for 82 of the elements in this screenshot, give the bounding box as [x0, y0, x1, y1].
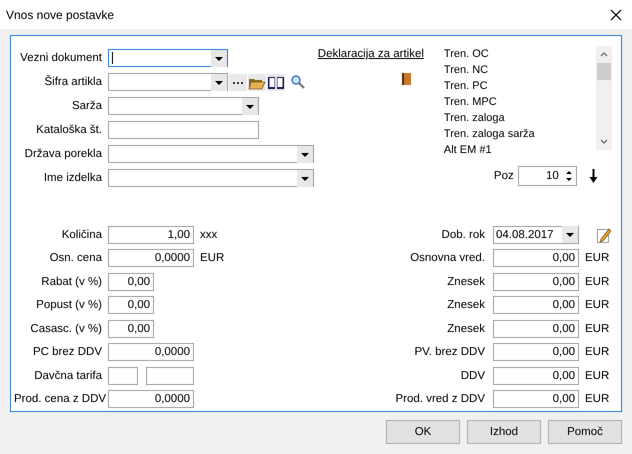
- dialog-button[interactable]: OK: [386, 420, 460, 444]
- more-icon[interactable]: [229, 74, 247, 90]
- scrollbar[interactable]: [596, 46, 612, 150]
- field-label: Znesek: [446, 299, 485, 312]
- dropdown-field[interactable]: [108, 97, 259, 115]
- text-field[interactable]: [146, 366, 194, 385]
- book-icon[interactable]: [267, 74, 285, 90]
- field-label: Sarža: [70, 100, 102, 112]
- unit-label: EUR: [585, 276, 610, 288]
- dropdown-caret-icon[interactable]: [211, 74, 227, 90]
- unit-label: EUR: [585, 322, 610, 335]
- field-label: Davčna tarifa: [33, 370, 102, 382]
- unit-label: EUR: [585, 346, 610, 358]
- list-item[interactable]: Tren. PC: [444, 78, 592, 94]
- dropdown-caret-icon[interactable]: [297, 170, 313, 186]
- dropdown-caret-icon[interactable]: [562, 226, 578, 244]
- unit-label: xxx: [200, 228, 218, 241]
- position-spinner[interactable]: 10: [518, 166, 577, 186]
- number-field[interactable]: 0,00: [108, 296, 154, 314]
- number-field[interactable]: 0,00: [493, 343, 579, 362]
- number-field[interactable]: 1,00: [108, 226, 194, 244]
- field-label: Osnovna vred.: [409, 252, 485, 264]
- field-label: Količina: [60, 228, 102, 241]
- list-item[interactable]: Alt EM #1: [444, 142, 592, 158]
- dialog-button[interactable]: Izhod: [467, 420, 541, 444]
- date-field[interactable]: 04.08.2017: [493, 226, 579, 244]
- unit-label: EUR: [200, 252, 224, 264]
- dropdown-field[interactable]: [108, 169, 314, 187]
- dropdown-field[interactable]: [108, 49, 228, 67]
- unit-label: EUR: [585, 370, 610, 382]
- field-label: DDV: [460, 370, 485, 382]
- field-label: PC brez DDV: [32, 346, 102, 358]
- field-label: Znesek: [446, 322, 485, 335]
- declaration-link[interactable]: Deklaracija za artikel: [318, 48, 424, 60]
- down-arrow-icon[interactable]: [588, 169, 598, 183]
- dialog-button[interactable]: Pomoč: [548, 420, 622, 444]
- number-field[interactable]: 0,00: [493, 366, 579, 385]
- field-label: Vezni dokument: [19, 52, 102, 64]
- close-icon[interactable]: [610, 8, 622, 20]
- number-field[interactable]: 0,00: [493, 249, 579, 268]
- list-item[interactable]: Tren. NC: [444, 62, 592, 78]
- unit-label: EUR: [585, 252, 610, 264]
- field-label: Kataloška št.: [35, 124, 102, 136]
- dropdown-caret-icon[interactable]: [242, 98, 258, 114]
- book-icon[interactable]: [402, 73, 411, 85]
- text-field[interactable]: [108, 121, 259, 139]
- list-item[interactable]: Tren. zaloga sarža: [444, 126, 592, 142]
- number-field[interactable]: 0,00: [108, 272, 154, 291]
- number-field[interactable]: 0,0000: [108, 343, 194, 362]
- number-field[interactable]: 0,00: [493, 296, 579, 314]
- dropdown-caret-icon[interactable]: [297, 146, 313, 162]
- number-field[interactable]: 0,00: [493, 390, 579, 408]
- list-item[interactable]: Tren. MPC: [444, 94, 592, 110]
- field-label: Prod. vred z DDV: [394, 393, 485, 406]
- field-label: Rabat (v %): [40, 276, 102, 288]
- field-label: Poz: [494, 170, 514, 182]
- pencil-icon[interactable]: [597, 226, 611, 243]
- field-label: PV. brez DDV: [413, 346, 485, 358]
- folder-icon[interactable]: [248, 74, 266, 90]
- dropdown-field[interactable]: [108, 145, 314, 163]
- number-field[interactable]: 0,00: [108, 320, 154, 338]
- dropdown-caret-icon[interactable]: [211, 50, 227, 66]
- number-field[interactable]: 0,00: [493, 272, 579, 291]
- dropdown-field[interactable]: [108, 73, 228, 91]
- field-label: Država porekla: [24, 148, 102, 160]
- field-label: Šifra artikla: [43, 76, 102, 88]
- list-item[interactable]: Tren. zaloga: [444, 110, 592, 126]
- field-label: Casasc. (v %): [29, 322, 102, 335]
- field-label: Osn. cena: [48, 252, 102, 264]
- text-field[interactable]: [108, 366, 138, 385]
- window-title: Vnos nove postavke: [6, 8, 114, 22]
- number-field[interactable]: 0,00: [493, 320, 579, 338]
- field-label: Popust (v %): [35, 299, 102, 312]
- unit-label: EUR: [585, 299, 610, 312]
- field-label: Dob. rok: [440, 228, 485, 241]
- field-label: Znesek: [446, 276, 485, 288]
- field-label: Ime izdelka: [42, 172, 102, 184]
- search-icon[interactable]: [291, 75, 305, 89]
- unit-label: EUR: [585, 393, 610, 406]
- number-field[interactable]: 0,0000: [108, 390, 194, 408]
- number-field[interactable]: 0,0000: [108, 249, 194, 268]
- list-item[interactable]: Tren. OC: [444, 46, 592, 62]
